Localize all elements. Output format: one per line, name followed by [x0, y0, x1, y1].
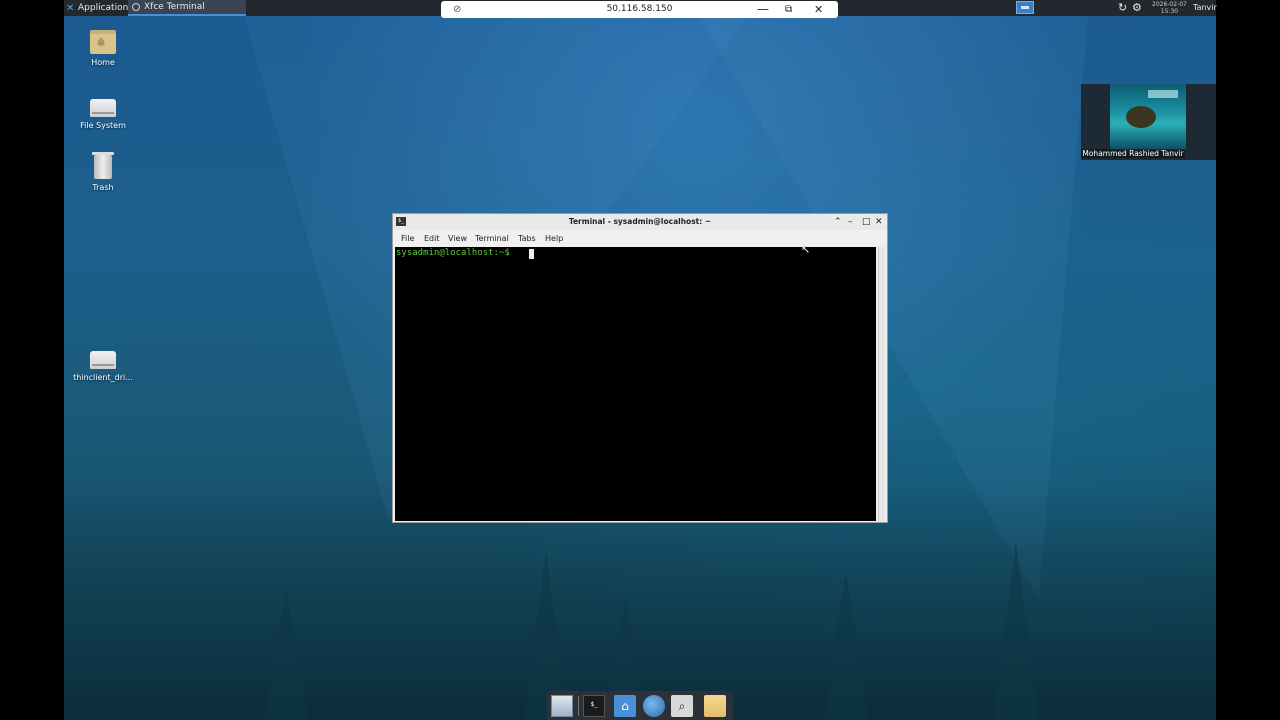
- user-menu[interactable]: Tanvir: [1193, 0, 1217, 16]
- close-button[interactable]: ✕: [875, 214, 883, 230]
- close-button[interactable]: ✕: [814, 1, 823, 18]
- drive-icon: [90, 351, 116, 369]
- tree-shape: [824, 570, 868, 720]
- desktop-icon-label: Trash: [92, 183, 114, 192]
- taskbar-item-label: Xfce Terminal: [144, 2, 205, 12]
- minimize-button[interactable]: –: [848, 214, 853, 230]
- trash-icon: [92, 152, 114, 179]
- applications-label: Applications: [78, 3, 133, 13]
- terminal-scrollbar[interactable]: [878, 247, 885, 521]
- menu-view[interactable]: View: [448, 231, 467, 246]
- applications-menu[interactable]: ✕ Applications: [66, 0, 133, 16]
- terminal-icon[interactable]: $_: [583, 695, 605, 717]
- desktop-icon-label: Home: [91, 58, 115, 67]
- xfce-icon: ✕: [66, 2, 75, 14]
- gear-icon[interactable]: ⚙: [1132, 0, 1142, 16]
- menu-terminal[interactable]: Terminal: [475, 231, 509, 246]
- refresh-icon[interactable]: ↻: [1118, 0, 1127, 16]
- desktop-icon-thinclient-drive[interactable]: thinclient_dri...: [68, 345, 138, 382]
- dock-separator: [578, 696, 579, 716]
- menu-tabs[interactable]: Tabs: [518, 231, 536, 246]
- remote-address: 50.116.58.150: [606, 4, 673, 14]
- menu-help[interactable]: Help: [545, 231, 563, 246]
- show-desktop-icon[interactable]: [551, 695, 573, 717]
- window-title: Terminal - sysadmin@localhost: ~: [568, 217, 712, 226]
- desktop-icon-trash[interactable]: Trash: [68, 152, 138, 192]
- terminal-menubar: File Edit View Terminal Tabs Help: [393, 231, 887, 246]
- drive-icon: [90, 99, 116, 117]
- search-icon[interactable]: ⌕: [671, 695, 693, 717]
- mouse-pointer-icon: ↖: [801, 243, 811, 256]
- file-manager-icon[interactable]: ⌂: [614, 695, 636, 717]
- tree-shape: [264, 590, 308, 720]
- bottom-dock: $_ ⌂ ⌕: [547, 691, 733, 720]
- menu-edit[interactable]: Edit: [424, 231, 440, 246]
- webcam-participant-name: Mohammed Rashied Tanvir: [1081, 149, 1185, 158]
- tree-shape: [994, 540, 1038, 720]
- webcam-video: [1110, 84, 1186, 150]
- menu-file[interactable]: File: [401, 231, 414, 246]
- webcam-overlay: Mohammed Rashied Tanvir: [1081, 84, 1216, 160]
- shell-prompt: sysadmin@localhost:~$: [396, 248, 516, 258]
- restore-button[interactable]: ⧉: [785, 1, 792, 18]
- web-browser-icon[interactable]: [643, 695, 665, 717]
- desktop-icon-label: thinclient_dri...: [73, 373, 133, 382]
- home-folder-icon: [90, 30, 116, 54]
- maximize-button[interactable]: □: [862, 214, 871, 230]
- terminal-titlebar[interactable]: $_ Terminal - sysadmin@localhost: ~ ⌃ – …: [393, 214, 887, 230]
- minimize-button[interactable]: —: [757, 1, 769, 17]
- desktop-icon-home[interactable]: Home: [68, 30, 138, 67]
- pin-off-icon[interactable]: ⊘: [453, 1, 461, 18]
- workspace-switcher[interactable]: [1016, 1, 1034, 14]
- clock-date: 2026-02-07: [1152, 1, 1187, 8]
- terminal-output[interactable]: sysadmin@localhost:~$: [395, 247, 876, 521]
- clock-time: 15:30: [1160, 8, 1179, 15]
- terminal-window: $_ Terminal - sysadmin@localhost: ~ ⌃ – …: [392, 213, 888, 523]
- taskbar-item-terminal[interactable]: Xfce Terminal: [128, 0, 246, 16]
- desktop-icon-label: File System: [80, 121, 126, 130]
- shade-button[interactable]: ⌃: [834, 214, 842, 230]
- folder-icon[interactable]: [704, 695, 726, 717]
- text-cursor: [529, 249, 534, 259]
- desktop-icon-file-system[interactable]: File System: [68, 93, 138, 130]
- remote-session-toolbar: 50.116.58.150 ⊘ — ⧉ ✕: [441, 1, 838, 18]
- terminal-task-icon: [132, 3, 140, 11]
- clock[interactable]: 2026-02-07 15:30: [1152, 1, 1187, 17]
